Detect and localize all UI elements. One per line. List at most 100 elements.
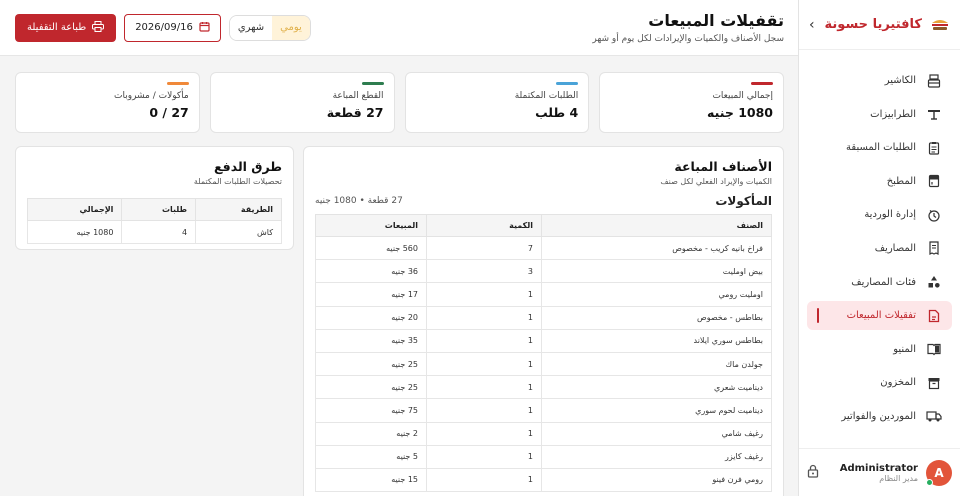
clipboard-icon [926,140,942,156]
payment-methods-card: طرق الدفع تحصيلات الطلبات المكتملة الطري… [15,146,294,250]
table-cell: 1 [426,467,542,493]
sidebar-item-0[interactable]: الكاشير [807,66,952,95]
table-cell: 35 جنيه [315,328,427,353]
printer-icon [92,20,105,35]
online-status-dot [926,478,933,486]
table-cell: بطاطس - مخصوص [541,305,772,330]
table-header-row: الصنف الكمية المبيعات [315,214,772,237]
page-header: تقفيلات المبيعات سجل الأصناف والكميات وا… [0,0,798,56]
table-cell: 75 جنيه [315,398,427,423]
table-cell: 1 [426,282,542,307]
shift-icon [926,207,942,223]
table-row: بطاطس - مخصوص 1 20 جنيه [315,305,772,330]
user-info: Administrator مدير النظام [827,463,918,483]
stat-value: 27 قطعة [326,105,384,120]
table-cell: 36 جنيه [315,259,427,284]
sidebar-item-label: الطلبات المسبقة [846,142,916,154]
sidebar-item-label: المخزون [880,377,916,389]
table-row: رغيف شامي 1 2 جنيه [315,421,772,446]
payment-table: الطريقة طلبات الإجمالي كاش 4 1080 جنيه [26,198,282,245]
user-panel: A Administrator مدير النظام [799,448,960,496]
table-row: بطاطس سوري ايلاند 1 35 جنيه [315,328,772,353]
col-header-total: الإجمالي [26,198,123,221]
chevron-right-icon[interactable]: › [809,17,815,33]
payment-subtitle: تحصيلات الطلبات المكتملة [193,177,282,186]
table-cell: 1080 جنيه [26,219,123,245]
table-cell: بيض اومليت [541,259,772,284]
table-cell: رغيف كايزر [541,444,772,469]
sidebar-item-8[interactable]: المنيو [807,335,952,364]
sold-items-table: الصنف الكمية المبيعات فراخ بانيه كريب - … [315,214,772,493]
sidebar-item-4[interactable]: إدارة الوردية [807,200,952,229]
table-cell: 1 [426,444,542,469]
stat-accent-bar [556,82,579,85]
stat-label: الطلبات المكتملة [514,91,579,101]
category-title: المأكولات [715,194,772,208]
brand-bar: كافتيريا حسونة › [799,0,960,50]
stat-accent-bar [751,82,773,85]
avatar-initial: A [934,465,944,480]
sidebar-item-5[interactable]: المصاريف [807,234,952,263]
table-cell: 17 جنيه [315,282,427,307]
category-header: المأكولات 27 قطعة • 1080 جنيه [315,194,772,208]
table-cell: 3 [426,259,542,284]
stat-label: مأكولات / مشروبات [114,91,189,101]
table-icon [926,106,942,122]
sidebar-item-7[interactable]: تفقيلات المبيعات [807,301,952,331]
receipt-icon [926,240,942,256]
brand-title: كافتيريا حسونة [824,17,922,32]
table-header-row: الطريقة طلبات الإجمالي [26,198,282,221]
table-cell: 1 [426,328,542,353]
sidebar-item-label: الكاشير [884,75,916,86]
stat-card-1: الطلبات المكتملة 4 طلب [404,72,590,133]
stats-row: إجمالي المبيعات 1080 جنيه الطلبات المكتملة… [15,72,784,133]
sidebar-item-label: المطبخ [886,175,916,187]
sidebar-item-label: الموردين والفواتير [841,410,916,422]
sidebar-item-3[interactable]: المطبخ [807,167,952,196]
toggle-monthly[interactable]: شهري [229,15,273,40]
toggle-daily[interactable]: يومي [272,15,310,40]
stat-value: 4 طلب [535,105,579,120]
table-row: كاش 4 1080 جنيه [26,219,282,245]
col-header-orders: طلبات [121,198,197,221]
sidebar-item-1[interactable]: الطرابيزات [807,100,952,129]
page-title: تقفيلات المبيعات [648,11,784,30]
table-cell: 1 [426,398,542,423]
table-row: بيض اومليت 3 36 جنيه [315,259,772,284]
sidebar-item-label: المنيو [893,343,916,355]
table-row: رغيف كايزر 1 5 جنيه [315,444,772,469]
sidebar-item-2[interactable]: الطلبات المسبقة [807,133,952,162]
sidebar-item-label: المصاريف [874,242,916,254]
date-picker[interactable]: 2026/09/16 [124,13,221,42]
print-button[interactable]: طباعة التقفيلة [15,13,117,42]
page-subtitle: سجل الأصناف والكميات والإيرادات لكل يوم … [592,34,784,44]
cafe-logo-icon [930,17,950,33]
stat-value: 27 / 0 [149,105,189,120]
stat-card-2: القطع المباعة 27 قطعة [209,72,395,133]
lock-icon[interactable] [807,464,819,481]
print-label: طباعة التقفيلة [27,22,87,33]
sidebar: كافتيريا حسونة › الكاشير الطرابيزات الطلبا… [798,0,960,496]
sidebar-item-label: تفقيلات المبيعات [846,310,916,322]
shapes-icon [926,274,942,290]
table-cell: جولدن ماك [541,351,772,377]
table-cell: 7 [426,235,542,261]
stat-value: 1080 جنيه [707,105,773,120]
table-cell: ديناميت شعري [541,375,772,400]
col-header-sales: المبيعات [315,214,427,237]
sidebar-item-10[interactable]: الموردين والفواتير [807,402,952,431]
avatar[interactable]: A [926,459,952,486]
table-cell: رومي فرن فينو [541,467,772,493]
table-cell: 15 جنيه [315,467,427,493]
archive-icon [926,375,942,391]
sidebar-nav: الكاشير الطرابيزات الطلبات المسبقة المطبخ إد… [799,50,960,431]
sidebar-item-9[interactable]: المخزون [807,368,952,397]
stat-label: القطع المباعة [332,91,384,101]
col-header-item: الصنف [541,214,772,237]
sidebar-item-6[interactable]: فئات المصاريف [807,268,952,297]
table-row: اومليت رومي 1 17 جنيه [315,282,772,307]
table-cell: بطاطس سوري ايلاند [541,328,772,353]
user-name: Administrator [839,462,918,474]
sold-items-subtitle: الكميات والإيراد الفعلي لكل صنف [660,177,772,186]
table-cell: 2 جنيه [315,421,427,446]
